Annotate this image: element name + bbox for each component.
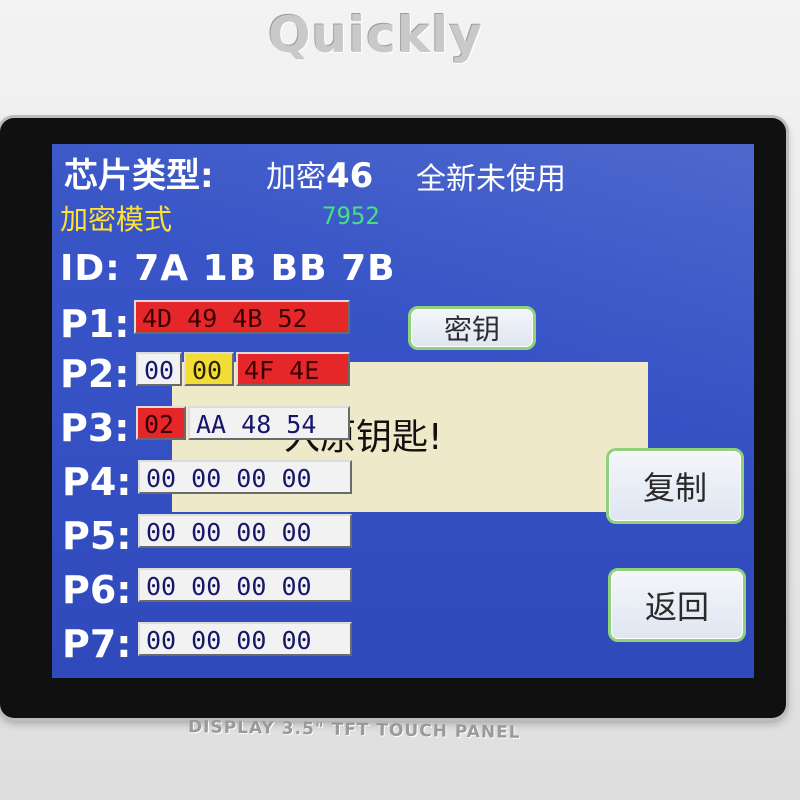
chip-type-label: 芯片类型: <box>64 156 214 196</box>
mode-label: 加密模式 <box>60 203 173 236</box>
page-label-p4: P4: <box>62 460 132 504</box>
page-p3-cell-1[interactable]: 02 <box>136 406 186 440</box>
page-label-p3: P3: <box>60 406 130 450</box>
key-button[interactable]: 密钥 <box>408 306 536 350</box>
page-label-p7: P7: <box>62 622 132 666</box>
page-p5-cell[interactable]: 00 00 00 00 <box>138 514 352 548</box>
page-label-p6: P6: <box>62 568 132 612</box>
panel-caption: DISPLAY 3.5" TFT TOUCH PANEL <box>187 717 521 743</box>
page-p3-cell-2[interactable]: AA 48 54 <box>188 406 350 440</box>
page-p2-cell-3[interactable]: 4F 4E <box>236 352 350 386</box>
page-label-p2: P2: <box>60 352 130 396</box>
brand-logo: Quickly <box>268 6 483 64</box>
back-button[interactable]: 返回 <box>608 568 746 642</box>
page-p6-cell[interactable]: 00 00 00 00 <box>138 568 352 602</box>
chip-type-value: 加密46 <box>266 152 373 196</box>
page-p7-cell[interactable]: 00 00 00 00 <box>138 622 352 656</box>
tft-screen: 芯片类型: 加密46 全新未使用 加密模式 7952 ID: 7A 1B BB … <box>52 144 754 678</box>
page-label-p1: P1: <box>60 302 130 346</box>
page-p2-cell-2[interactable]: 00 <box>184 352 234 386</box>
mode-code: 7952 <box>322 202 380 230</box>
page-label-p5: P5: <box>62 514 132 558</box>
chip-id: ID: 7A 1B BB 7B <box>60 248 396 289</box>
copy-button[interactable]: 复制 <box>606 448 744 524</box>
page-p1-cell[interactable]: 4D 49 4B 52 <box>134 300 350 334</box>
chip-status: 全新未使用 <box>416 162 566 197</box>
chip-type-prefix: 加密 <box>266 160 326 195</box>
page-p2-cell-1[interactable]: 00 <box>136 352 182 386</box>
chip-type-number: 46 <box>326 156 374 196</box>
page-p4-cell[interactable]: 00 00 00 00 <box>138 460 352 494</box>
